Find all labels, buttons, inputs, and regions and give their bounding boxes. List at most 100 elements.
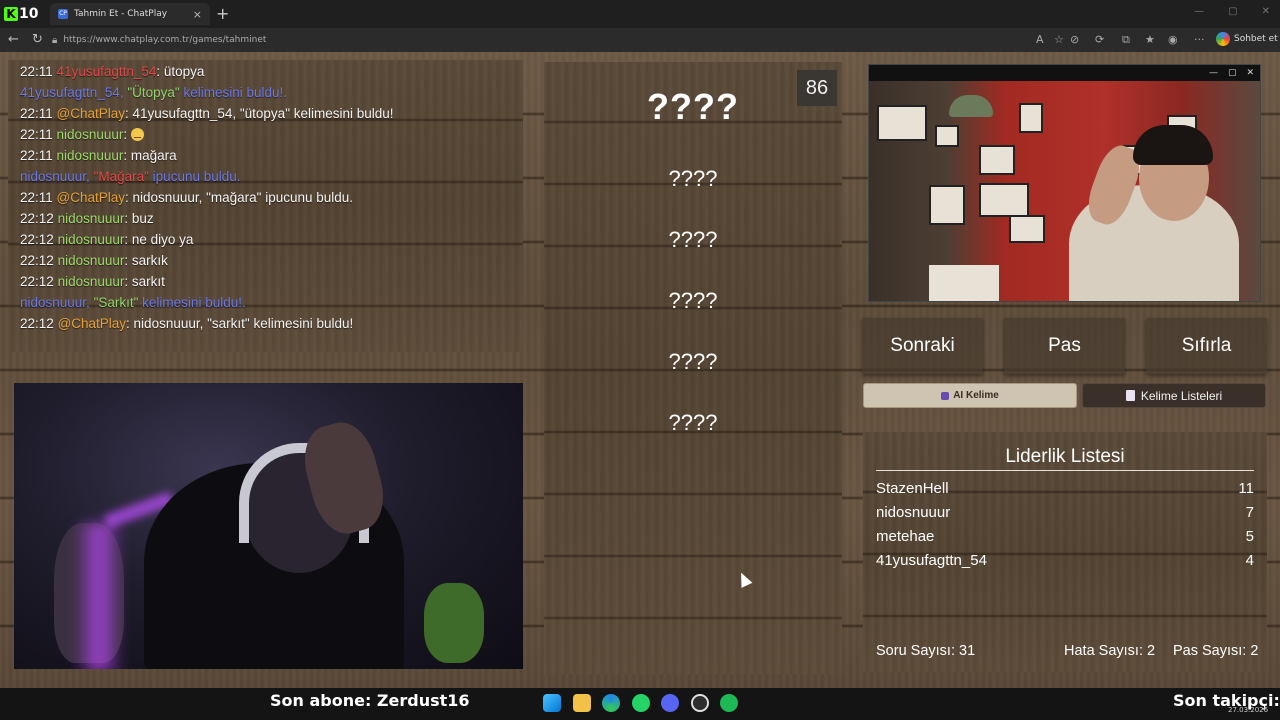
chatplay-favicon-icon: CP <box>58 9 68 19</box>
message-time: 22:11 <box>20 64 53 79</box>
chat-username[interactable]: @ChatPlay <box>57 190 125 205</box>
copilot-chat-button[interactable]: Sohbet et <box>1216 32 1278 46</box>
chat-message: 22:11 41yusufagttn_54: ütopya <box>20 64 204 79</box>
chatgpt-icon[interactable] <box>691 694 709 712</box>
system-text: kelimesini buldu!. <box>138 295 246 310</box>
robot-icon <box>941 391 950 400</box>
window-controls: — ▢ ✕ <box>1194 6 1270 17</box>
chat-username[interactable]: nidosnuuur <box>58 211 125 226</box>
logo-number: 10 <box>19 6 39 22</box>
copilot-label: Sohbet et <box>1234 34 1278 44</box>
edge-icon[interactable] <box>602 694 620 712</box>
chat-username[interactable]: nidosnuuur <box>57 127 124 142</box>
leaderboard-row: metehae 5 <box>876 528 1254 548</box>
close-window-icon[interactable]: ✕ <box>1262 6 1270 17</box>
message-time: 22:11 <box>20 148 53 163</box>
maximize-icon[interactable]: ▢ <box>1228 65 1237 81</box>
leaderboard-row: 41yusufagttn_54 4 <box>876 552 1254 572</box>
url-text: https://www.chatplay.com.tr/games/tahmin… <box>63 35 267 45</box>
minimize-icon[interactable]: — <box>1209 65 1218 81</box>
chat-username[interactable]: nidosnuuur <box>58 232 125 247</box>
system-user: 41yusufagttn_54, <box>20 85 128 100</box>
player-name: nidosnuuur <box>876 504 951 521</box>
close-tab-icon[interactable]: × <box>193 8 202 21</box>
chat-username[interactable]: nidosnuuur <box>57 148 124 163</box>
emoji-icon <box>130 128 144 141</box>
message-text: : 41yusufagttn_54, "ütopya" kelimesini b… <box>125 106 394 121</box>
player-name: StazenHell <box>876 480 949 497</box>
lock-icon: 🔒︎ <box>52 34 58 46</box>
refresh-icon[interactable]: ↻ <box>32 32 43 47</box>
hint-word-4: ???? <box>668 349 718 374</box>
guest-webcam-window: — ▢ ✕ <box>868 64 1261 302</box>
chat-message: nidosnuuur, "Sarkıt" kelimesini buldu!. <box>20 295 246 310</box>
word-lists-label: Kelime Listeleri <box>1140 388 1223 403</box>
favorite-star-icon[interactable]: ☆ <box>1054 33 1064 46</box>
more-menu-icon[interactable]: ··· <box>1194 33 1205 46</box>
kick-logo: K 10 <box>4 3 48 25</box>
message-text: : nidosnuuur, "sarkıt" kelimesini buldu! <box>126 316 354 331</box>
chat-message: 22:12 nidosnuuur: buz <box>20 211 154 226</box>
system-text: kelimesini buldu!. <box>179 85 288 100</box>
player-name: 41yusufagttn_54 <box>876 552 987 569</box>
minimize-icon[interactable]: — <box>1194 6 1204 17</box>
browser-tab[interactable]: CP Tahmin Et - ChatPlay × <box>50 3 210 25</box>
file-explorer-icon[interactable] <box>573 694 591 712</box>
taskbar-date: 27.03.2026 <box>1228 706 1269 714</box>
reset-button[interactable]: Sıfırla <box>1146 318 1267 374</box>
found-word: "Ütopya" <box>127 85 180 100</box>
message-text: : nidosnuuur, "mağara" ipucunu buldu. <box>125 190 354 205</box>
player-score: 4 <box>1245 552 1254 569</box>
discord-icon[interactable] <box>661 694 679 712</box>
back-icon[interactable]: ← <box>8 32 19 47</box>
pass-count: Pas Sayısı: 2 <box>1173 643 1259 659</box>
message-text: : buz <box>124 211 154 226</box>
message-text: : mağara <box>123 148 177 163</box>
split-screen-icon[interactable]: ⧉ <box>1122 33 1130 47</box>
browser-tab-bar: K 10 CP Tahmin Et - ChatPlay × + — ▢ ✕ <box>0 0 1280 28</box>
chat-username[interactable]: 41yusufagttn_54 <box>57 64 157 79</box>
hint-word-1: ???? <box>668 166 718 191</box>
hint-word-3: ???? <box>668 288 718 313</box>
favorites-icon[interactable]: ★ <box>1145 33 1155 46</box>
new-tab-icon[interactable]: + <box>216 4 229 23</box>
tab-title: Tahmin Et - ChatPlay <box>74 9 168 19</box>
read-aloud-icon[interactable]: A <box>1036 33 1044 46</box>
next-button[interactable]: Sonraki <box>862 318 983 374</box>
message-time: 22:12 <box>20 211 54 226</box>
ai-word-button[interactable]: AI Kelime <box>863 383 1077 408</box>
spotify-icon[interactable] <box>720 694 738 712</box>
chat-username[interactable]: nidosnuuur <box>58 274 125 289</box>
maximize-icon[interactable]: ▢ <box>1228 6 1237 17</box>
hint-word-5: ???? <box>668 410 718 435</box>
pass-button[interactable]: Pas <box>1004 318 1125 374</box>
chat-username[interactable]: @ChatPlay <box>57 106 125 121</box>
player-score: 7 <box>1245 504 1254 521</box>
found-word: "Sarkıt" <box>93 295 139 310</box>
chat-username[interactable]: nidosnuuur <box>58 253 125 268</box>
extensions-icon[interactable]: ⟳ <box>1095 33 1104 46</box>
player-score: 5 <box>1245 528 1254 545</box>
chat-message: nidosnuuur, "Mağara" ipucunu buldu. <box>20 169 241 184</box>
close-icon[interactable]: ✕ <box>1246 65 1254 81</box>
leaderboard-row: nidosnuuur 7 <box>876 504 1254 524</box>
leaderboard-row: StazenHell 11 <box>876 480 1254 500</box>
message-time: 22:12 <box>20 253 54 268</box>
ai-word-label: AI Kelime <box>953 390 999 401</box>
word-lists-button[interactable]: Kelime Listeleri <box>1082 383 1266 408</box>
chat-message: 22:11 @ChatPlay: nidosnuuur, "mağara" ip… <box>20 190 353 205</box>
message-time: 22:11 <box>20 106 53 121</box>
address-bar[interactable]: 🔒︎ https://www.chatplay.com.tr/games/tah… <box>52 31 1202 49</box>
profile-icon[interactable]: ◉ <box>1168 33 1178 46</box>
system-user: nidosnuuur, <box>20 169 94 184</box>
error-count: Hata Sayısı: 2 <box>1064 643 1156 659</box>
whatsapp-icon[interactable] <box>632 694 650 712</box>
last-subscriber-text: Son abone: Zerdust16 <box>270 691 470 710</box>
windows-start-icon[interactable] <box>543 694 561 712</box>
chat-username[interactable]: @ChatPlay <box>58 316 126 331</box>
chat-message: 22:11 nidosnuuur: mağara <box>20 148 177 163</box>
browser-nav-bar: ← ↻ 🔒︎ https://www.chatplay.com.tr/games… <box>0 28 1280 52</box>
player-name: metehae <box>876 528 935 545</box>
copilot-icon <box>1216 32 1230 46</box>
tracking-icon[interactable]: ⊘ <box>1070 33 1079 46</box>
